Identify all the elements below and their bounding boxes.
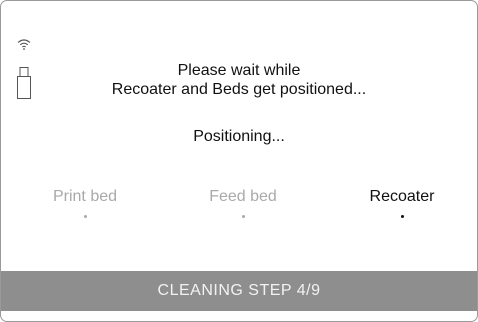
wifi-icon <box>17 39 31 50</box>
cleaning-step-bar: CLEANING STEP 4/9 <box>1 271 477 311</box>
recoater-indicator: Recoater <box>332 187 472 218</box>
wait-message: Please wait while Recoater and Beds get … <box>1 61 477 99</box>
recoater-dot <box>400 215 404 218</box>
feed-bed-dot <box>241 215 245 218</box>
status-text: Positioning... <box>193 128 285 145</box>
print-bed-dot <box>83 215 87 218</box>
wait-message-line-1: Please wait while <box>177 62 301 79</box>
print-bed-indicator: Print bed <box>15 187 155 218</box>
print-bed-label: Print bed <box>52 188 118 205</box>
component-indicators: Print bed Feed bed Recoater <box>1 187 477 237</box>
recoater-label: Recoater <box>369 188 435 205</box>
feed-bed-indicator: Feed bed <box>173 187 313 218</box>
wait-message-line-2: Recoater and Beds get positioned... <box>111 81 367 98</box>
cleaning-step-screen: Please wait while Recoater and Beds get … <box>0 0 478 322</box>
feed-bed-label: Feed bed <box>209 188 277 205</box>
